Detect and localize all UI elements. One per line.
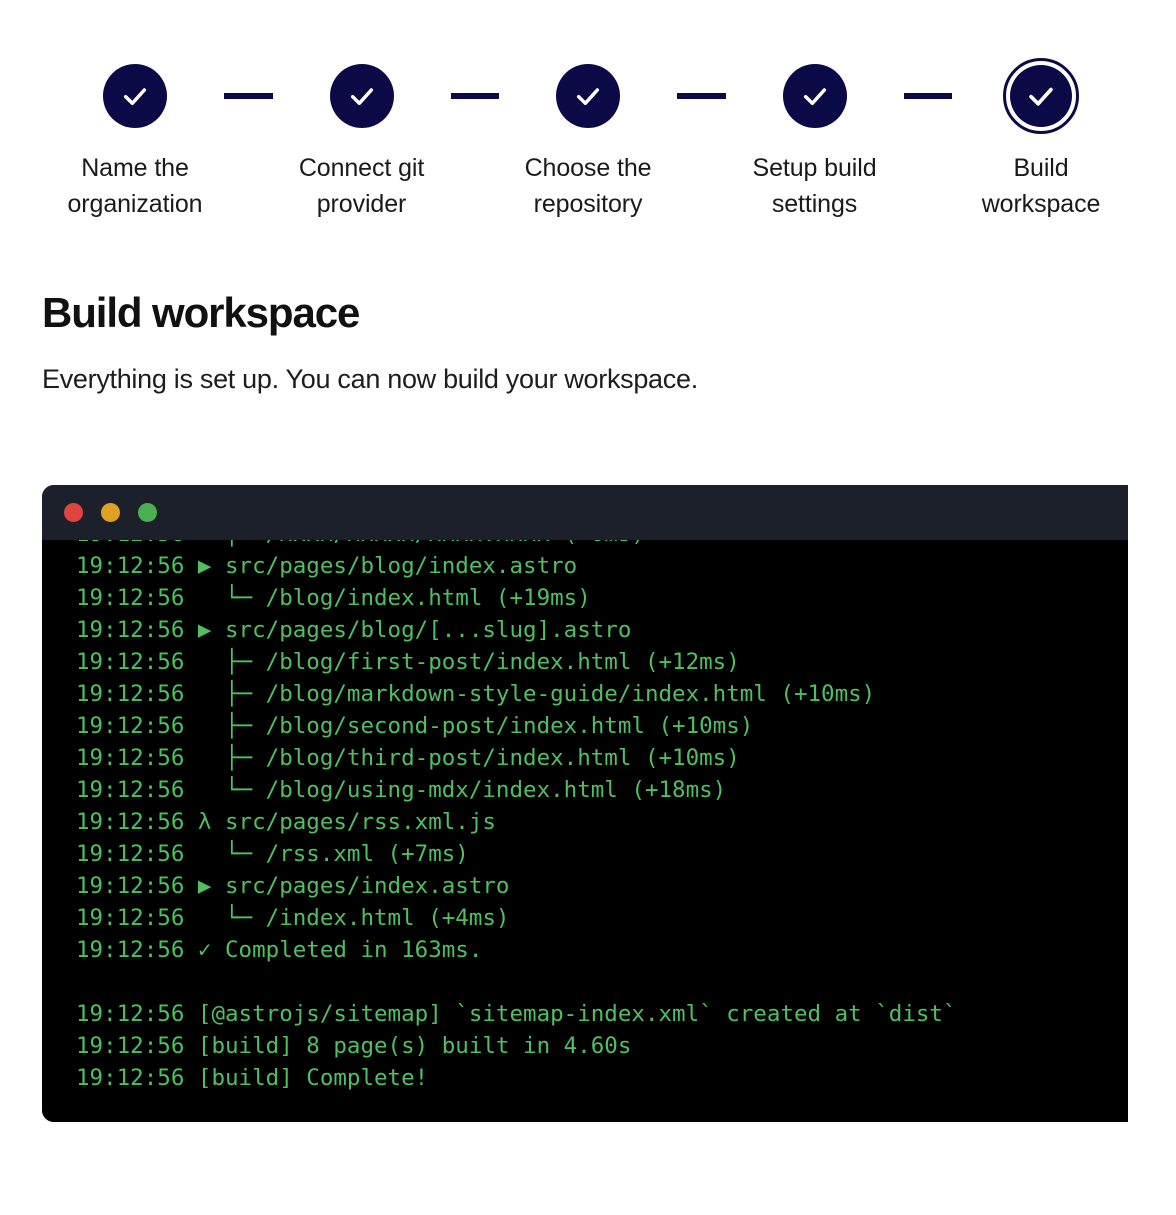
terminal-line: 19:12:56 └─ /blog/using-mdx/index.html (…	[76, 777, 727, 803]
terminal-line: 19:12:56 ▶ src/pages/blog/[...slug].astr…	[76, 617, 632, 643]
terminal-titlebar	[42, 485, 1128, 540]
step-label: Name the organization	[67, 154, 203, 218]
terminal-line: 19:12:56 [@astrojs/sitemap] `sitemap-ind…	[76, 1001, 957, 1027]
terminal-line: 19:12:56 ├─ /blog/first-post/index.html …	[76, 649, 740, 675]
main-content: Build workspace Everything is set up. Yo…	[0, 289, 1176, 397]
terminal-line: 19:12:56 ├─ /xxxx/xxxxx/xxxx.xxxx (+0ms)	[76, 540, 1128, 550]
step-connector	[224, 93, 273, 99]
check-icon	[782, 64, 847, 128]
terminal-line: 19:12:56 ├─ /blog/markdown-style-guide/i…	[76, 681, 876, 707]
step-connector	[903, 93, 952, 99]
terminal-line: 19:12:56 ▶ src/pages/index.astro	[76, 873, 510, 899]
step-label: Choose the repository	[524, 154, 652, 218]
step-label: Setup build settings	[752, 154, 877, 218]
step-connector	[450, 93, 499, 99]
terminal-output[interactable]: 19:12:56 ├─ /xxxx/xxxxx/xxxx.xxxx (+0ms)…	[42, 540, 1128, 1122]
stepper-step-1[interactable]: Name the organization	[46, 58, 224, 222]
terminal-line: 19:12:56 [build] Complete!	[76, 1065, 429, 1091]
maximize-window-icon[interactable]	[138, 503, 157, 522]
step-connector	[677, 93, 726, 99]
close-window-icon[interactable]	[64, 503, 83, 522]
check-icon	[556, 64, 620, 128]
onboarding-stepper: Name the organization Connect git provide…	[0, 0, 1176, 222]
stepper-step-2[interactable]: Connect git provider	[273, 58, 451, 222]
terminal-line: 19:12:56 [build] 8 page(s) built in 4.60…	[76, 1033, 632, 1059]
terminal-line: 19:12:56 └─ /blog/index.html (+19ms)	[76, 585, 591, 611]
step-icon-wrap	[556, 58, 620, 134]
check-icon	[329, 64, 394, 128]
step-status-active	[1003, 58, 1079, 134]
stepper-step-5[interactable]: Build workspace	[952, 58, 1130, 222]
check-icon	[1010, 65, 1072, 127]
terminal-line: 19:12:56 └─ /rss.xml (+7ms)	[76, 841, 469, 867]
terminal-log-lines: 19:12:56 ├─ /xxxx/xxxxx/xxxx.xxxx (+0ms)…	[42, 540, 1128, 1094]
stepper-step-3[interactable]: Choose the repository	[499, 58, 677, 222]
terminal-window: 19:12:56 ├─ /xxxx/xxxxx/xxxx.xxxx (+0ms)…	[42, 485, 1128, 1122]
terminal-line: 19:12:56 ├─ /blog/second-post/index.html…	[76, 713, 754, 739]
terminal-line: 19:12:56 ▶ src/pages/blog/index.astro	[76, 553, 578, 579]
minimize-window-icon[interactable]	[101, 503, 120, 522]
terminal-line: 19:12:56 ✓ Completed in 163ms.	[76, 937, 483, 963]
page-title: Build workspace	[42, 289, 360, 336]
step-label: Connect git provider	[298, 154, 425, 218]
step-icon-wrap	[782, 58, 847, 134]
check-icon	[103, 64, 167, 128]
step-icon-wrap	[1003, 58, 1079, 134]
terminal-line: 19:12:56 ├─ /blog/third-post/index.html …	[76, 745, 740, 771]
terminal-line: 19:12:56 λ src/pages/rss.xml.js	[76, 809, 496, 835]
step-label: Build workspace	[981, 154, 1101, 218]
page-subtitle: Everything is set up. You can now build …	[42, 364, 698, 395]
terminal-line: 19:12:56 └─ /index.html (+4ms)	[76, 905, 510, 931]
stepper-step-4[interactable]: Setup build settings	[726, 58, 904, 222]
step-icon-wrap	[103, 58, 167, 134]
step-icon-wrap	[329, 58, 394, 134]
